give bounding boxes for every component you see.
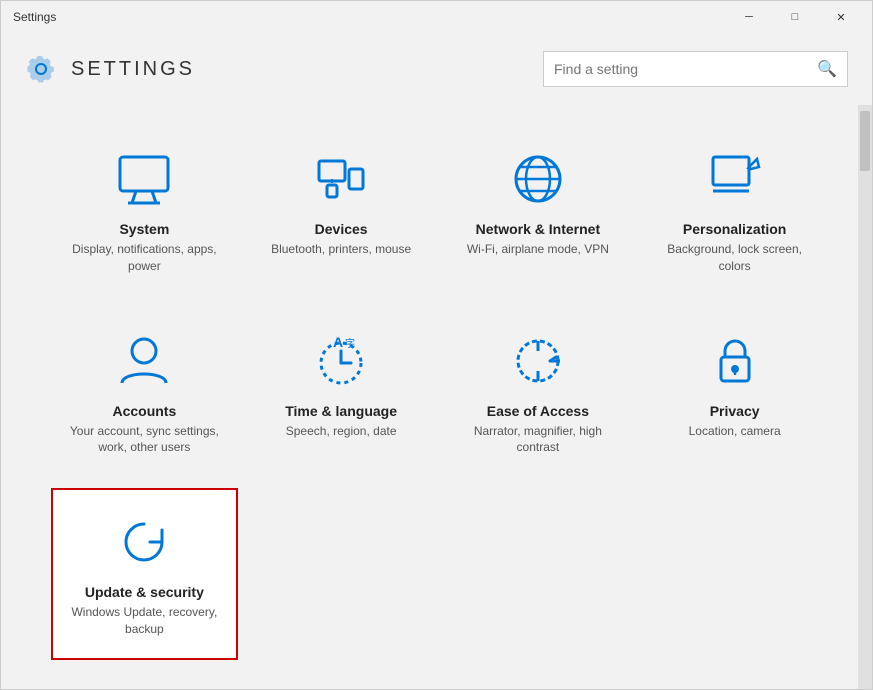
maximize-button[interactable]: □: [772, 1, 818, 33]
settings-logo-icon: [25, 53, 57, 85]
setting-name-privacy: Privacy: [710, 403, 760, 419]
minimize-button[interactable]: ─: [726, 1, 772, 33]
privacy-icon: [703, 329, 767, 393]
header-title: SETTINGS: [71, 58, 195, 81]
setting-desc-update: Windows Update, recovery, backup: [63, 604, 226, 638]
svg-text:A: A: [333, 334, 343, 350]
search-input[interactable]: [554, 61, 817, 77]
setting-item-devices[interactable]: Devices Bluetooth, printers, mouse: [248, 125, 435, 297]
setting-name-accounts: Accounts: [112, 403, 176, 419]
setting-desc-ease: Narrator, magnifier, high contrast: [457, 423, 620, 457]
update-icon: [112, 510, 176, 574]
titlebar-title: Settings: [13, 10, 56, 24]
system-icon: [112, 147, 176, 211]
setting-item-ease[interactable]: Ease of Access Narrator, magnifier, high…: [445, 307, 632, 479]
setting-desc-privacy: Location, camera: [689, 423, 781, 440]
setting-item-system[interactable]: System Display, notifications, apps, pow…: [51, 125, 238, 297]
setting-item-time[interactable]: A 字 Time & language Speech, region, date: [248, 307, 435, 479]
setting-desc-accounts: Your account, sync settings, work, other…: [63, 423, 226, 457]
setting-item-privacy[interactable]: Privacy Location, camera: [641, 307, 828, 479]
header: SETTINGS 🔍: [1, 33, 872, 105]
main-content: System Display, notifications, apps, pow…: [1, 105, 858, 689]
setting-desc-system: Display, notifications, apps, power: [63, 241, 226, 275]
setting-name-update: Update & security: [85, 584, 204, 600]
personalization-icon: [703, 147, 767, 211]
accounts-icon: [112, 329, 176, 393]
ease-icon: [506, 329, 570, 393]
setting-desc-personalization: Background, lock screen, colors: [653, 241, 816, 275]
titlebar-controls: ─ □ ✕: [726, 1, 864, 33]
setting-name-ease: Ease of Access: [487, 403, 589, 419]
scrollbar-thumb[interactable]: [860, 111, 870, 171]
setting-name-devices: Devices: [315, 221, 368, 237]
setting-item-accounts[interactable]: Accounts Your account, sync settings, wo…: [51, 307, 238, 479]
settings-window: Settings ─ □ ✕ SETTINGS 🔍: [0, 0, 873, 690]
search-icon[interactable]: 🔍: [817, 59, 837, 79]
titlebar: Settings ─ □ ✕: [1, 1, 872, 33]
setting-name-personalization: Personalization: [683, 221, 786, 237]
time-icon: A 字: [309, 329, 373, 393]
setting-item-network[interactable]: Network & Internet Wi-Fi, airplane mode,…: [445, 125, 632, 297]
content: System Display, notifications, apps, pow…: [1, 105, 872, 689]
setting-name-system: System: [119, 221, 169, 237]
header-left: SETTINGS: [25, 53, 195, 85]
devices-icon: [309, 147, 373, 211]
svg-text:字: 字: [345, 337, 355, 350]
close-button[interactable]: ✕: [818, 1, 864, 33]
setting-desc-devices: Bluetooth, printers, mouse: [271, 241, 411, 258]
setting-item-personalization[interactable]: Personalization Background, lock screen,…: [641, 125, 828, 297]
setting-desc-network: Wi-Fi, airplane mode, VPN: [467, 241, 609, 258]
setting-name-time: Time & language: [285, 403, 397, 419]
setting-desc-time: Speech, region, date: [286, 423, 397, 440]
setting-name-network: Network & Internet: [476, 221, 600, 237]
search-box[interactable]: 🔍: [543, 51, 848, 87]
network-icon: [506, 147, 570, 211]
setting-item-update[interactable]: Update & security Windows Update, recove…: [51, 488, 238, 660]
settings-grid: System Display, notifications, apps, pow…: [51, 125, 828, 660]
scrollbar[interactable]: [858, 105, 872, 689]
